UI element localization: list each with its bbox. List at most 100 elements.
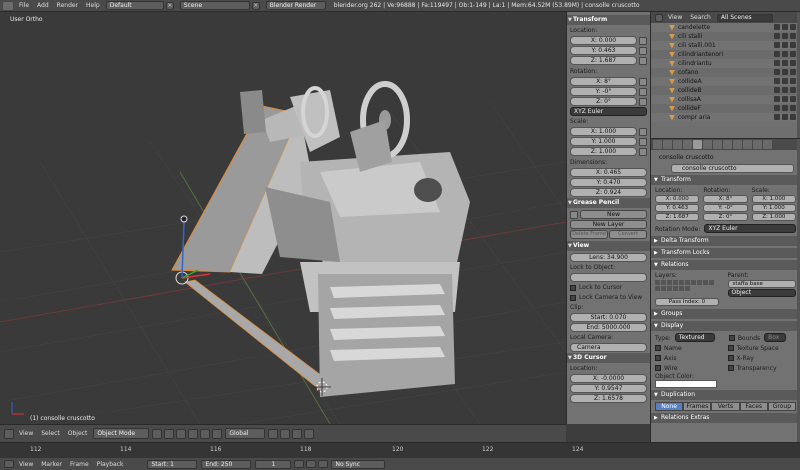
outliner-item[interactable]: cilindriantenori xyxy=(651,50,800,59)
transform-locks-header[interactable]: Transform Locks xyxy=(651,248,800,258)
outliner-item[interactable]: collisaA xyxy=(651,95,800,104)
dimension-x-field[interactable]: X: 0.465 xyxy=(570,168,647,177)
transform-panel-header[interactable]: Transform xyxy=(567,15,650,25)
obj-rotation-y[interactable]: Y: -0° xyxy=(703,204,748,212)
layer-icon-2[interactable] xyxy=(280,428,291,439)
obj-rotation-x[interactable]: X: 8° xyxy=(703,195,748,203)
dimension-z-field[interactable]: Z: 0.924 xyxy=(570,188,647,197)
delta-transform-header[interactable]: Delta Transform xyxy=(651,236,800,246)
render-engine-select[interactable]: Blender Render xyxy=(265,1,326,10)
location-x-field[interactable]: X: 0.000 xyxy=(570,36,637,45)
editor-type-icon[interactable] xyxy=(3,1,13,10)
parent-type-select[interactable]: Object xyxy=(727,289,796,297)
object-tab-icon[interactable] xyxy=(693,140,702,149)
dup-group-button[interactable]: Group xyxy=(767,402,797,411)
cursor-x-field[interactable]: X: -0.0000 xyxy=(570,374,647,383)
layer-icon[interactable] xyxy=(268,428,279,439)
outliner-item[interactable]: candelette xyxy=(651,23,800,32)
obj-scale-z[interactable]: Z: 1.000 xyxy=(751,213,796,221)
cursor-y-field[interactable]: Y: 0.9547 xyxy=(570,384,647,393)
jump-end-icon[interactable] xyxy=(318,460,329,468)
rotate-icon[interactable] xyxy=(200,428,211,439)
outliner-menu-search[interactable]: Search xyxy=(686,14,715,21)
rotation-x-field[interactable]: X: 8° xyxy=(570,77,637,86)
outliner-item[interactable]: cofano xyxy=(651,68,800,77)
pivot-icon[interactable] xyxy=(164,428,175,439)
local-camera-field[interactable]: Camera xyxy=(570,343,647,352)
timeline-menu-marker[interactable]: Marker xyxy=(37,461,66,468)
render-tab-icon[interactable] xyxy=(653,140,662,149)
menu-help[interactable]: Help xyxy=(82,0,104,12)
pass-index-field[interactable]: Pass Index: 0 xyxy=(655,298,719,306)
grease-new-button[interactable]: New xyxy=(580,210,647,219)
lock-icon[interactable] xyxy=(639,138,647,146)
modifiers-tab-icon[interactable] xyxy=(713,140,722,149)
dup-verts-button[interactable]: Verts xyxy=(711,402,740,411)
sync-select[interactable]: No Sync xyxy=(331,459,386,469)
outliner-item[interactable]: collideA xyxy=(651,77,800,86)
menu-object[interactable]: Object xyxy=(64,430,92,437)
particles-tab-icon[interactable] xyxy=(753,140,762,149)
menu-add[interactable]: Add xyxy=(33,0,53,12)
lock-icon[interactable] xyxy=(639,78,647,86)
translate-icon[interactable] xyxy=(188,428,199,439)
visibility-icons[interactable] xyxy=(774,24,796,30)
obj-rotation-z[interactable]: Z: 0° xyxy=(703,213,748,221)
shading-icon[interactable] xyxy=(152,428,163,439)
constraints-tab-icon[interactable] xyxy=(703,140,712,149)
outliner-item[interactable]: cili stalli.001 xyxy=(651,41,800,50)
visibility-icons[interactable] xyxy=(774,114,796,120)
scene-tab-icon[interactable] xyxy=(673,140,682,149)
current-frame-field[interactable]: 1 xyxy=(255,459,292,469)
texture-space-checkbox[interactable] xyxy=(727,345,734,351)
obj-location-y[interactable]: Y: 0.463 xyxy=(655,204,700,212)
obj-scale-x[interactable]: X: 1.000 xyxy=(751,195,796,203)
visibility-icons[interactable] xyxy=(774,105,796,111)
texture-tab-icon[interactable] xyxy=(743,140,752,149)
cursor-z-field[interactable]: Z: 1.6578 xyxy=(570,394,647,403)
visibility-icons[interactable] xyxy=(774,96,796,102)
obj-rotation-mode-select[interactable]: XYZ Euler xyxy=(704,224,796,233)
relations-header[interactable]: Relations xyxy=(651,260,800,270)
snap-icon[interactable] xyxy=(292,428,303,439)
outliner-item[interactable]: cili stalli xyxy=(651,32,800,41)
grease-pencil-header[interactable]: Grease Pencil xyxy=(567,198,650,208)
lock-icon[interactable] xyxy=(639,98,647,106)
material-tab-icon[interactable] xyxy=(733,140,742,149)
menu-select[interactable]: Select xyxy=(37,430,64,437)
bounds-checkbox[interactable] xyxy=(728,335,735,341)
3d-viewport[interactable]: User Ortho (1) consolle cruscotto xyxy=(0,12,566,424)
rotation-y-field[interactable]: Y: -0° xyxy=(570,87,637,96)
close-scene-icon[interactable]: × xyxy=(251,1,260,10)
orientation-select[interactable]: Global xyxy=(225,428,266,439)
parent-field[interactable]: staffa base xyxy=(727,280,796,288)
rotation-mode-select[interactable]: XYZ Euler xyxy=(570,107,647,116)
jump-start-icon[interactable] xyxy=(294,460,305,468)
display-type-select[interactable]: Textured xyxy=(674,333,715,342)
clip-end-field[interactable]: End: 5000.000 xyxy=(570,323,647,332)
lens-field[interactable]: Lens: 34.900 xyxy=(570,253,647,262)
scale-z-field[interactable]: Z: 1.000 xyxy=(570,147,637,156)
dup-frames-button[interactable]: Frames xyxy=(683,402,712,411)
obj-location-x[interactable]: X: 0.000 xyxy=(655,195,700,203)
lock-icon[interactable] xyxy=(639,37,647,45)
timeline-ruler[interactable]: 112 114 116 118 120 122 124 xyxy=(0,442,800,458)
wire-checkbox[interactable] xyxy=(655,365,661,371)
display-header[interactable]: Display xyxy=(651,321,800,331)
timeline-menu-frame[interactable]: Frame xyxy=(66,461,93,468)
lock-icon[interactable] xyxy=(639,57,647,65)
start-frame-field[interactable]: Start: 1 xyxy=(147,459,198,469)
outliner-menu-view[interactable]: View xyxy=(664,14,686,21)
object-color-swatch[interactable] xyxy=(655,380,717,388)
outliner-item[interactable]: cilindriantu xyxy=(651,59,800,68)
delete-frame-button[interactable]: Delete Frame xyxy=(570,230,608,239)
menu-view[interactable]: View xyxy=(15,430,37,437)
scale-y-field[interactable]: Y: 1.000 xyxy=(570,137,637,146)
xray-checkbox[interactable] xyxy=(727,355,734,361)
end-frame-field[interactable]: End: 250 xyxy=(201,459,252,469)
display-mode-select[interactable]: All Scenes xyxy=(716,13,773,22)
lock-camera-to-view-checkbox[interactable] xyxy=(570,294,576,301)
groups-header[interactable]: Groups xyxy=(651,309,800,319)
new-layer-button[interactable]: New Layer xyxy=(570,220,647,229)
outliner-item[interactable]: collideF xyxy=(651,104,800,113)
